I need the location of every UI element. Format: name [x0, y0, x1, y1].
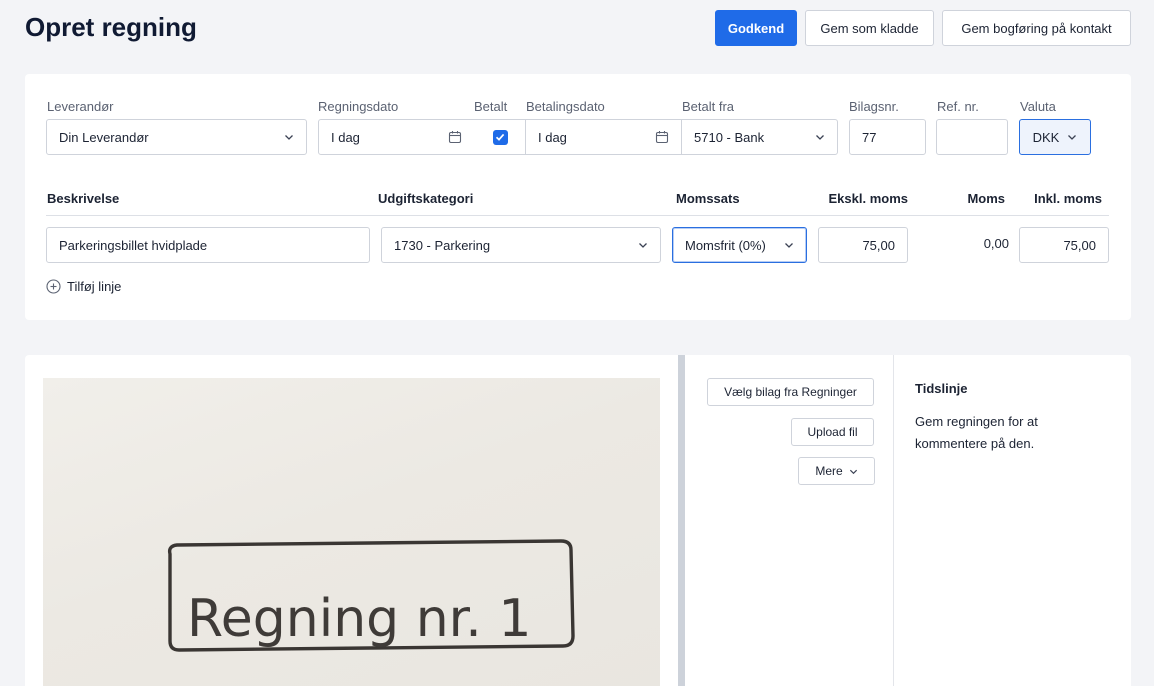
currency-select[interactable]: DKK — [1019, 119, 1091, 155]
line-category-value: 1730 - Parkering — [394, 237, 491, 253]
add-line-label: Tilføj linje — [67, 279, 122, 294]
receipt-drawing: Regning nr. 1 — [167, 539, 575, 652]
payment-date-value: I dag — [538, 129, 567, 145]
line-vat-value: 0,00 — [983, 236, 1009, 251]
choose-from-bills-button[interactable]: Vælg bilag fra Regninger — [707, 378, 874, 406]
timeline-text: Gem regningen for at kommentere på den. — [915, 414, 1038, 451]
save-draft-button[interactable]: Gem som kladde — [805, 10, 934, 46]
col-vat: Moms — [967, 191, 1005, 206]
col-incl-vat: Inkl. moms — [1034, 191, 1102, 206]
plus-circle-icon — [46, 279, 61, 294]
voucher-no-input[interactable]: 77 — [849, 119, 926, 155]
ref-no-label: Ref. nr. — [937, 99, 979, 114]
page-title: Opret regning — [25, 12, 197, 42]
upload-file-button[interactable]: Upload fil — [791, 418, 874, 446]
currency-label: Valuta — [1020, 99, 1056, 114]
supplier-label: Leverandør — [47, 99, 114, 114]
chevron-down-icon — [816, 135, 824, 140]
col-excl-vat: Ekskl. moms — [828, 191, 909, 206]
voucher-no-label: Bilagsnr. — [849, 99, 899, 114]
bill-date-label: Regningsdato — [318, 99, 399, 114]
paid-from-label: Betalt fra — [682, 99, 735, 114]
bill-date-value: I dag — [331, 129, 360, 145]
payment-date-input[interactable]: I dag — [525, 119, 682, 155]
receipt-image: Regning nr. 1 — [43, 378, 660, 686]
paid-from-value: 5710 - Bank — [694, 129, 765, 145]
paid-from-select[interactable]: 5710 - Bank — [681, 119, 838, 155]
more-label: Mere — [815, 464, 843, 478]
line-incl-vat-value: 75,00 — [1063, 237, 1096, 253]
chevron-down-icon — [639, 243, 647, 248]
paid-checkbox-cell — [474, 119, 526, 155]
voucher-no-value: 77 — [862, 129, 877, 145]
save-posting-button[interactable]: Gem bogføring på kontakt — [942, 10, 1131, 46]
calendar-icon[interactable] — [448, 130, 462, 144]
col-description: Beskrivelse — [47, 191, 120, 206]
paid-checkbox[interactable] — [492, 129, 508, 145]
line-incl-vat-input[interactable]: 75,00 — [1019, 227, 1109, 263]
line-category-select[interactable]: 1730 - Parkering — [381, 227, 661, 263]
more-button[interactable]: Mere — [798, 457, 875, 485]
chevron-down-icon — [849, 469, 857, 474]
chevron-down-icon — [785, 243, 793, 248]
timeline-divider — [893, 355, 894, 686]
line-description-value: Parkeringsbillet hvidplade — [59, 237, 208, 253]
panel-splitter[interactable] — [678, 355, 685, 686]
payment-date-label: Betalingsdato — [526, 99, 605, 114]
col-vat-rate: Momssats — [676, 191, 740, 206]
line-vat-rate-select[interactable]: Momsfrit (0%) — [672, 227, 807, 263]
line-excl-vat-value: 75,00 — [862, 237, 895, 253]
check-icon — [495, 133, 505, 141]
chevron-down-icon — [1068, 135, 1077, 140]
line-excl-vat-input[interactable]: 75,00 — [818, 227, 908, 263]
supplier-value: Din Leverandør — [59, 129, 149, 145]
line-description-input[interactable]: Parkeringsbillet hvidplade — [46, 227, 370, 263]
supplier-select[interactable]: Din Leverandør — [46, 119, 307, 155]
paid-label: Betalt — [474, 99, 508, 114]
col-expense-category: Udgiftskategori — [378, 191, 474, 206]
timeline-title: Tidslinje — [915, 381, 968, 396]
receipt-text: Regning nr. 1 — [187, 589, 531, 649]
currency-value: DKK — [1032, 129, 1060, 145]
add-line-button[interactable]: Tilføj linje — [46, 279, 121, 294]
ref-no-input[interactable] — [936, 119, 1008, 155]
chevron-down-icon — [285, 135, 293, 140]
line-vat-rate-value: Momsfrit (0%) — [685, 237, 766, 253]
header-divider — [46, 215, 1109, 216]
approve-button[interactable]: Godkend — [715, 10, 797, 46]
calendar-icon[interactable] — [655, 130, 669, 144]
bill-date-input[interactable]: I dag — [318, 119, 475, 155]
